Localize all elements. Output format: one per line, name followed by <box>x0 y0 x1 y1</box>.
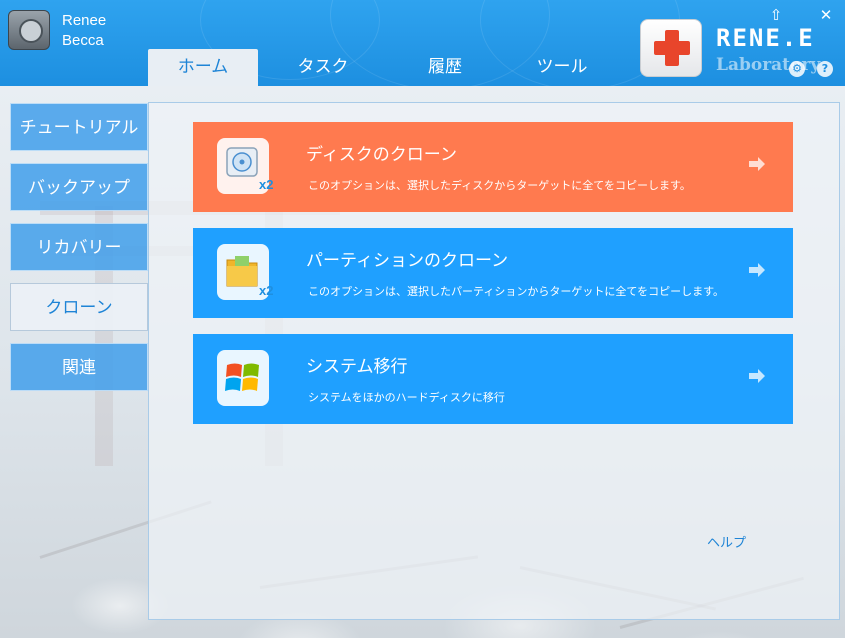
disk-clone-card[interactable]: x2 ディスクのクローン このオプションは、選択したディスクからターゲットに全て… <box>193 122 793 212</box>
tab-history[interactable]: 履歴 <box>390 49 500 86</box>
arrow-right-icon <box>749 263 765 277</box>
tab-tasks[interactable]: タスク <box>268 49 378 86</box>
card-description: このオプションは、選択したパーティションからターゲットに全てをコピーします。 <box>308 285 725 298</box>
app-name: Renee Becca <box>62 12 107 49</box>
partition-clone-icon: x2 <box>217 244 273 300</box>
app-logo-icon <box>8 10 50 50</box>
sidebar-item-recovery[interactable]: リカバリー <box>10 223 148 271</box>
sidebar-item-clone[interactable]: クローン <box>10 283 148 331</box>
windows-icon <box>217 350 269 406</box>
brand-subtitle: Laboratory <box>716 55 821 75</box>
card-title: パーティションのクローン <box>306 251 509 271</box>
help-icon-button[interactable]: ? <box>817 61 833 77</box>
minimize-button[interactable]: ⇧ <box>768 8 784 23</box>
sidebar-item-tutorial[interactable]: チュートリアル <box>10 103 148 151</box>
tab-tools[interactable]: ツール <box>507 49 617 86</box>
card-description: システムをほかのハードディスクに移行 <box>308 391 505 404</box>
settings-button[interactable]: ⚙ <box>789 61 805 77</box>
help-link[interactable]: ヘルプ <box>707 532 746 551</box>
disk-clone-icon: x2 <box>217 138 273 194</box>
sidebar-item-related[interactable]: 関連 <box>10 343 148 391</box>
arrow-right-icon <box>749 157 765 171</box>
title-bar: Renee Becca ホーム タスク 履歴 ツール RENE.E Labora… <box>0 0 845 86</box>
arrow-right-icon <box>749 369 765 383</box>
copy-count-badge: x2 <box>259 283 274 298</box>
partition-clone-card[interactable]: x2 パーティションのクローン このオプションは、選択したパーティションからター… <box>193 228 793 318</box>
brand-name: RENE.E <box>716 24 815 52</box>
system-migration-card[interactable]: システム移行 システムをほかのハードディスクに移行 <box>193 334 793 424</box>
copy-count-badge: x2 <box>259 177 274 192</box>
brand-logo-icon <box>640 19 702 77</box>
card-title: ディスクのクローン <box>306 145 457 165</box>
card-title: システム移行 <box>306 357 408 377</box>
tab-home[interactable]: ホーム <box>148 49 258 86</box>
close-button[interactable]: ✕ <box>818 8 834 23</box>
sidebar-item-backup[interactable]: バックアップ <box>10 163 148 211</box>
card-description: このオプションは、選択したディスクからターゲットに全てをコピーします。 <box>308 179 691 192</box>
